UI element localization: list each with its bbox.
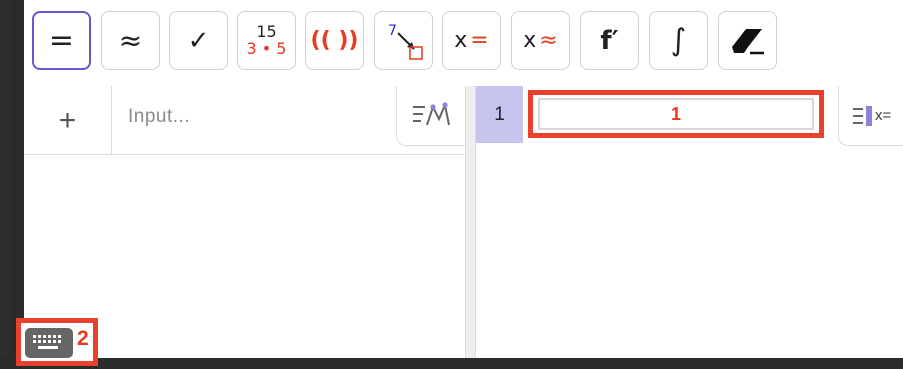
nsolve-x-label: x — [523, 28, 537, 53]
algebra-style-icon — [412, 101, 450, 125]
solve-icon: = — [470, 28, 489, 53]
row-header[interactable]: 1 — [476, 86, 523, 143]
add-button[interactable]: + — [24, 86, 112, 155]
delete-button[interactable] — [718, 11, 777, 70]
numeric-button[interactable]: ≈ — [101, 11, 160, 70]
style-label: x= — [875, 107, 892, 124]
integral-icon: ∫ — [670, 23, 687, 58]
keyboard-icon[interactable] — [25, 328, 73, 358]
highlight-box: 1 — [528, 90, 824, 138]
keyboard-highlight-box: 2 — [16, 318, 98, 366]
keep-input-button[interactable]: ✓ — [169, 11, 228, 70]
window-bottom-edge — [0, 358, 903, 369]
svg-text:7: 7 — [388, 23, 397, 39]
expand-button[interactable]: (( )) — [305, 11, 364, 70]
algebra-input[interactable]: Input... — [128, 106, 190, 128]
expand-icon: (( )) — [310, 28, 359, 53]
algebra-style-button[interactable] — [396, 86, 466, 146]
derivative-icon: f′ — [600, 25, 619, 56]
solve-x-label: x — [454, 28, 468, 53]
plus-icon: + — [58, 103, 77, 137]
evaluate-button[interactable]: = — [32, 11, 91, 70]
integral-button[interactable]: ∫ — [649, 11, 708, 70]
factor-button[interactable]: 15 3 • 5 — [237, 11, 296, 70]
cas-main: + Input... 1 1 x= — [24, 86, 903, 358]
cell-marker-label: 1 — [670, 103, 681, 124]
substitute-icon: 7 — [388, 23, 423, 60]
factor-top: 15 — [256, 21, 277, 41]
spreadsheet-style-button[interactable]: x= — [838, 86, 903, 146]
window-edge-dark — [10, 0, 24, 369]
keyboard-marker-label: 2 — [77, 327, 89, 350]
spreadsheet-view: 1 1 x= — [476, 86, 903, 358]
check-icon: ✓ — [187, 25, 210, 56]
derivative-button[interactable]: f′ — [580, 11, 639, 70]
view-divider[interactable] — [465, 86, 476, 358]
factor-bottom: 3 • 5 — [246, 38, 287, 58]
solve-button[interactable]: x = — [442, 11, 501, 70]
window-edge — [0, 0, 10, 369]
equals-icon: = — [48, 23, 75, 58]
solve-numeric-icon: ≈ — [539, 28, 558, 53]
approx-icon: ≈ — [118, 24, 143, 57]
algebra-input-row: + Input... — [24, 86, 466, 155]
cas-toolbar: = ≈ ✓ 15 3 • 5 (( )) 7 x = x ≈ f′ ∫ — [24, 0, 903, 86]
solve-numerically-button[interactable]: x ≈ — [511, 11, 570, 70]
spreadsheet-cell[interactable]: 1 — [538, 98, 814, 130]
substitute-button[interactable]: 7 — [374, 11, 433, 70]
eraser-icon — [731, 28, 764, 54]
spreadsheet-style-icon — [853, 105, 872, 126]
